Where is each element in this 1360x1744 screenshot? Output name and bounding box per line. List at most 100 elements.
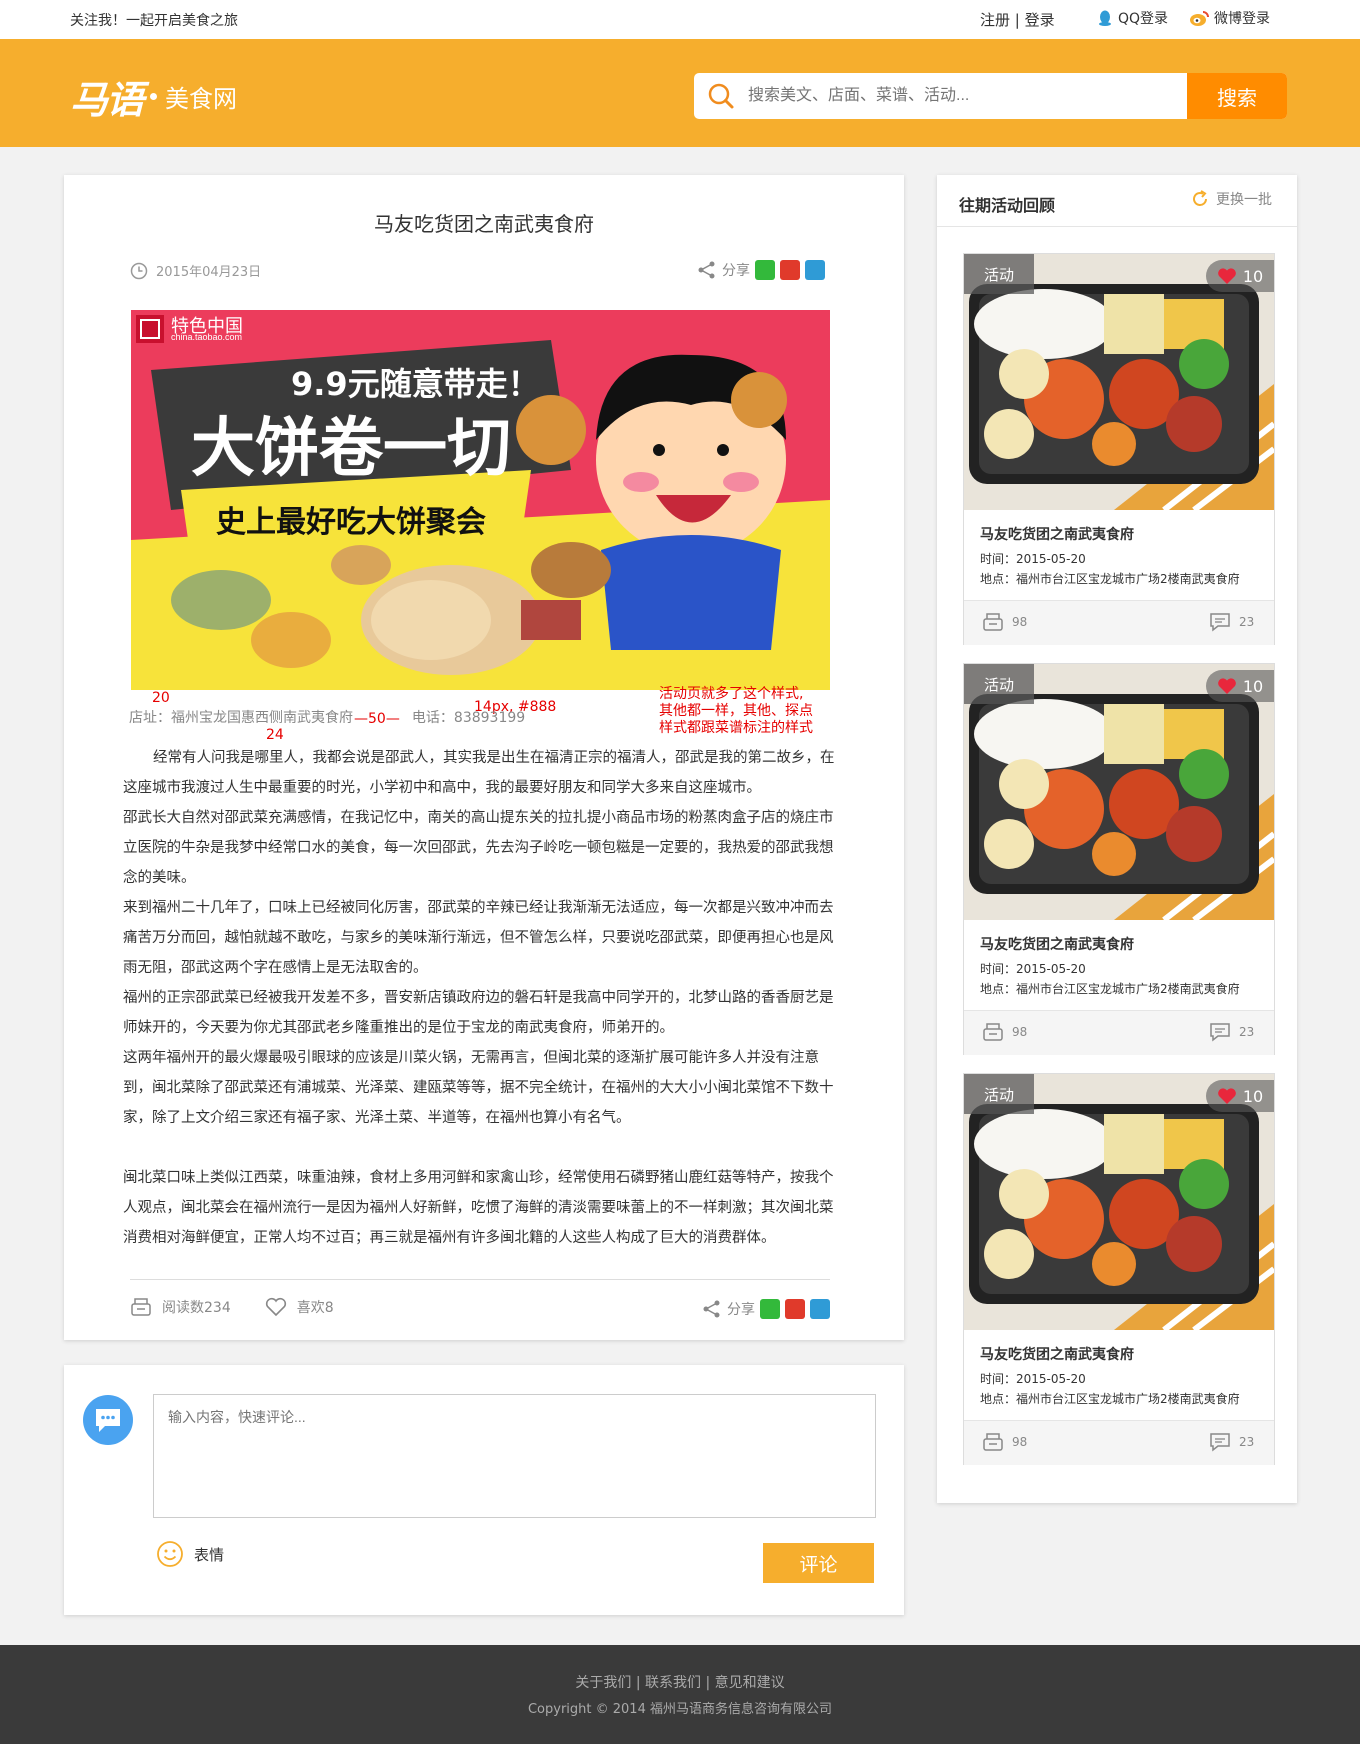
article-divider (130, 1279, 830, 1280)
weibo-icon[interactable] (785, 1299, 805, 1319)
qzone-icon[interactable] (810, 1299, 830, 1319)
article-paragraph: 邵武长大自然对邵武菜充满感情，在我记忆中，南关的高山提东关的拉扎提小商品市场的粉… (123, 810, 834, 886)
shop-address-label: 店址： (129, 710, 171, 726)
article-body: 经常有人问我是哪里人，我都会说是邵武人，其实我是出生在福清正宗的福清人，邵武是我… (123, 743, 843, 1253)
refresh-button[interactable]: 更换一批 (1190, 189, 1272, 209)
weibo-login-link[interactable]: 微博登录 (1188, 8, 1270, 28)
search-icon (694, 73, 748, 119)
activity-read-count: 98 (1012, 1025, 1028, 1039)
heart-icon (1217, 268, 1236, 284)
site-header: 马语 美食网 搜索 (0, 39, 1360, 147)
logo-dot (150, 93, 158, 100)
wechat-icon[interactable] (760, 1299, 780, 1319)
article-panel: 马友吃货团之南武夷食府 2015年04月23日 分享 特色中国 china.ta… (64, 175, 904, 1340)
site-footer: 关于我们 | 联系我们 | 意见和建议 Copyright © 2014 福州马… (0, 1645, 1360, 1744)
weibo-icon (1190, 11, 1209, 26)
register-link[interactable]: 注册 (980, 11, 1010, 29)
shop-phone-label: 电话： (411, 710, 454, 726)
shop-address: 福州宝龙国惠西侧南武夷食府 (171, 710, 353, 726)
activity-likes[interactable]: 10 (1206, 1080, 1274, 1112)
activity-tag: 活动 (964, 1074, 1034, 1114)
annotation-note-line-1: 活动页就多了这个样式, (659, 686, 804, 702)
activity-card[interactable]: 活动 10 马友吃货团之南武夷食府 时间：2015-05-20 地点：福州市台江… (963, 253, 1275, 645)
article-paragraph: 来到福州二十几年了，口味上已经被同化厉害，邵武菜的辛辣已经让我渐渐无法适应，每一… (123, 900, 834, 976)
activity-like-count: 10 (1242, 1086, 1264, 1106)
activity-reads: 98 (982, 612, 1027, 632)
comment-panel: 表情 评论 (64, 1365, 904, 1615)
activity-read-count: 98 (1012, 1435, 1028, 1449)
sidebar-title: 往期活动回顾 (959, 196, 1056, 215)
comment-icon (1210, 1433, 1230, 1452)
login-link[interactable]: 登录 (1025, 11, 1055, 29)
weibo-login-label: 微博登录 (1214, 11, 1270, 27)
qzone-icon[interactable] (805, 260, 825, 280)
article-date: 2015年04月23日 (156, 265, 262, 280)
activity-like-count: 10 (1242, 676, 1264, 696)
read-icon (983, 613, 1003, 631)
like-count: 喜欢8 (296, 1300, 334, 1316)
qq-login-link[interactable]: QQ登录 (1096, 8, 1168, 28)
article-title: 马友吃货团之南武夷食府 (374, 212, 594, 236)
activity-comments[interactable]: 23 (1209, 612, 1254, 632)
auth-divider: | (1014, 11, 1020, 29)
activity-comments[interactable]: 23 (1209, 1022, 1254, 1042)
article-paragraph: 这两年福州开的最火爆最吸引眼球的应该是川菜火锅，无需再言，但闽北菜的逐渐扩展可能… (123, 1050, 834, 1126)
footer-sep: | (635, 1675, 641, 1691)
emoji-button[interactable]: 表情 (156, 1540, 224, 1568)
banner-price-line: 9.9元随意带走！ (291, 365, 540, 403)
activity-address: 地点：福州市台江区宝龙城市广场2楼南武夷食府 (980, 982, 1240, 996)
annotation-24: 24 (266, 727, 284, 743)
article-paragraph: 闽北菜口味上类似江西菜，味重油辣，食材上多用河鲜和家禽山珍，经常使用石磷野猪山鹿… (123, 1170, 834, 1246)
qq-login-label: QQ登录 (1118, 11, 1169, 27)
read-icon (983, 1023, 1003, 1041)
activity-likes[interactable]: 10 (1206, 260, 1274, 292)
activity-likes[interactable]: 10 (1206, 670, 1274, 702)
weibo-icon[interactable] (780, 260, 800, 280)
activity-card[interactable]: 活动 10 马友吃货团之南武夷食府 时间：2015-05-20 地点：福州市台江… (963, 1073, 1275, 1465)
search-input[interactable] (748, 73, 1187, 119)
comment-icon (1210, 613, 1230, 632)
activity-read-count: 98 (1012, 615, 1028, 629)
heart-icon[interactable] (265, 1297, 287, 1317)
article-meta: 2015年04月23日 (130, 261, 261, 280)
refresh-icon (1193, 190, 1207, 206)
qq-icon (1099, 10, 1111, 26)
share-icon[interactable] (697, 260, 717, 280)
activity-comments[interactable]: 23 (1209, 1432, 1254, 1452)
footer-about-link[interactable]: 关于我们 (575, 1675, 631, 1691)
footer-feedback-link[interactable]: 意见和建议 (715, 1675, 785, 1691)
logo-mark: 马语 (70, 77, 144, 122)
activity-comment-count: 23 (1239, 1025, 1255, 1039)
comment-input[interactable] (153, 1394, 876, 1518)
article-paragraph: 经常有人问我是哪里人，我都会说是邵武人，其实我是出生在福清正宗的福清人，邵武是我… (123, 750, 835, 796)
activity-like-count: 10 (1242, 266, 1264, 286)
site-logo[interactable]: 马语 美食网 (70, 69, 237, 124)
activity-title: 马友吃货团之南武夷食府 (980, 527, 1134, 543)
sidebar-header: 往期活动回顾 更换一批 (937, 175, 1297, 227)
activity-stats: 98 23 (964, 1010, 1274, 1055)
wechat-icon[interactable] (755, 260, 775, 280)
activity-tag: 活动 (964, 254, 1034, 294)
activity-comment-count: 23 (1239, 615, 1255, 629)
article-stats: 阅读数234 喜欢8 (130, 1297, 334, 1317)
share-icon[interactable] (702, 1299, 722, 1319)
annotation-note-line-2: 其他都一样，其他、探点 (659, 703, 813, 719)
search-button[interactable]: 搜索 (1187, 73, 1287, 119)
activity-stats: 98 23 (964, 1420, 1274, 1465)
activity-address: 地点：福州市台江区宝龙城市广场2楼南武夷食府 (980, 572, 1240, 586)
submit-comment-button[interactable]: 评论 (763, 1543, 874, 1583)
activity-reads: 98 (982, 1022, 1027, 1042)
search-bar: 搜索 (694, 73, 1287, 119)
article-paragraph: 福州的正宗邵武菜已经被我开发差不多，晋安新店镇政府边的磐石轩是我高中同学开的，北… (123, 990, 834, 1036)
refresh-label: 更换一批 (1216, 192, 1272, 208)
activity-date: 时间：2015-05-20 (980, 1372, 1086, 1386)
share-bar-bottom: 分享 (702, 1299, 830, 1319)
share-label: 分享 (727, 1302, 755, 1318)
top-bar: 关注我！一起开启美食之旅 注册 | 登录 QQ登录 微博登录 (0, 0, 1360, 39)
activity-card[interactable]: 活动 10 马友吃货团之南武夷食府 时间：2015-05-20 地点：福州市台江… (963, 663, 1275, 1055)
activity-title: 马友吃货团之南武夷食府 (980, 937, 1134, 953)
heart-icon (1217, 678, 1236, 694)
activity-address: 地点：福州市台江区宝龙城市广场2楼南武夷食府 (980, 1392, 1240, 1406)
footer-contact-link[interactable]: 联系我们 (645, 1675, 701, 1691)
banner-headline: 大饼卷一切 (191, 412, 511, 486)
